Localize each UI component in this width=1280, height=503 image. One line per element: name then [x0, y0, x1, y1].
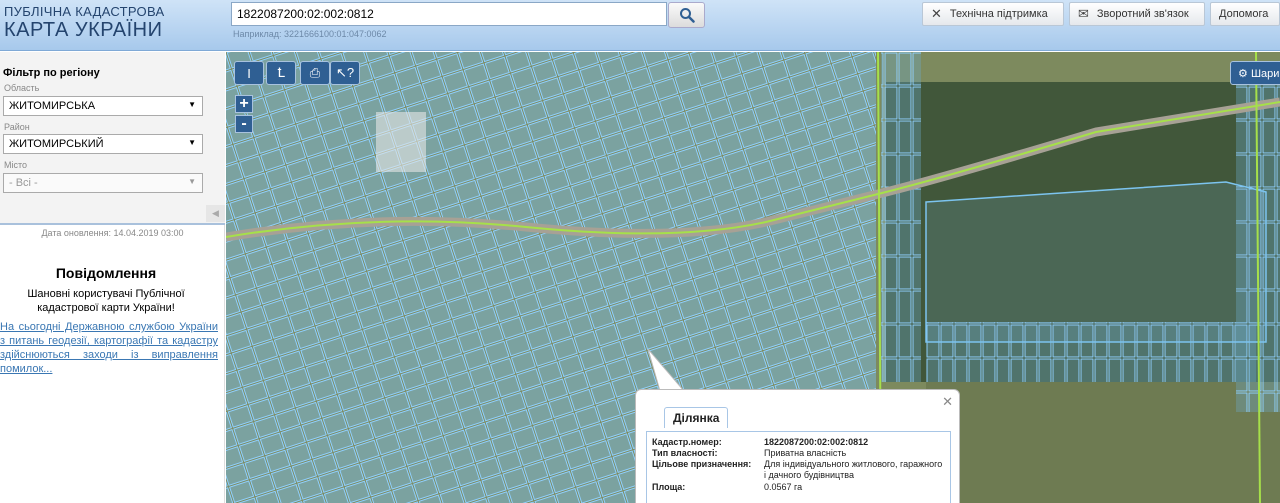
- layers-label: Шари: [1250, 68, 1280, 80]
- header: ПУБЛІЧНА КАДАСТРОВА КАРТА УКРАЇНИ Наприк…: [0, 0, 1280, 51]
- raion-value: ЖИТОМИРСЬКИЙ: [9, 138, 104, 150]
- dropdown-arrow-icon: ▼: [188, 100, 196, 109]
- site-logo[interactable]: ПУБЛІЧНА КАДАСТРОВА КАРТА УКРАЇНИ: [4, 5, 164, 40]
- tab-parcel[interactable]: Ділянка: [664, 407, 729, 428]
- search-icon: [679, 8, 695, 23]
- help-label: Допомога: [1219, 8, 1269, 20]
- gear-icon: ⚙: [1238, 68, 1248, 80]
- feedback-label: Зворотний зв'язок: [1096, 8, 1189, 20]
- print-button[interactable]: ⎙: [300, 61, 330, 85]
- close-icon[interactable]: ✕: [942, 394, 953, 410]
- misto-label: Місто: [4, 160, 28, 170]
- sidebar: Фільтр по регіону Область ЖИТОМИРСЬКА ▼ …: [0, 52, 225, 503]
- ruler-button[interactable]: I: [234, 61, 264, 85]
- raion-label: Район: [4, 122, 30, 132]
- misto-select[interactable]: - Всі - ▼: [3, 173, 203, 193]
- parcel-info-popup: ✕ Ділянка Кадастр.номер: 1822087200:02:0…: [635, 389, 960, 503]
- dropdown-arrow-icon: ▼: [188, 138, 196, 147]
- logo-line2: КАРТА УКРАЇНИ: [4, 19, 163, 41]
- search-button[interactable]: [668, 2, 705, 28]
- ruler-icon: I: [247, 65, 251, 81]
- row-value: Для індивідуального житлового, гаражного…: [764, 459, 943, 480]
- identify-button[interactable]: ↖?: [330, 61, 360, 85]
- row-label: Тип власності:: [652, 448, 718, 458]
- message-text: Шановні користувачі Публічної кадастрово…: [27, 288, 185, 314]
- misto-value: - Всі -: [9, 177, 38, 189]
- layers-button[interactable]: ⚙ Шари: [1230, 61, 1280, 85]
- raion-select[interactable]: ЖИТОМИРСЬКИЙ ▼: [3, 134, 203, 154]
- envelope-icon: ✉: [1078, 6, 1089, 21]
- tech-support-label: Технічна підтримка: [949, 8, 1048, 20]
- row-value: 0.0567 га: [764, 482, 803, 492]
- printer-icon: ⎙: [309, 65, 321, 80]
- cadastral-search-input[interactable]: [231, 2, 667, 26]
- area-measure-button[interactable]: Ꝉ: [266, 61, 296, 85]
- feedback-button[interactable]: ✉ Зворотний зв'язок: [1069, 2, 1205, 26]
- search-hint: Наприклад: 3221666100:01:047:0062: [233, 29, 387, 39]
- update-date: Дата оновлення: 14.04.2019 03:00: [41, 228, 184, 238]
- message-title: Повідомлення: [55, 265, 157, 281]
- collapse-sidebar-button[interactable]: ◀: [206, 205, 225, 222]
- oblast-label: Область: [4, 83, 40, 93]
- filter-title: Фільтр по регіону: [3, 67, 100, 79]
- oblast-value: ЖИТОМИРСЬКА: [9, 100, 96, 112]
- popup-pointer: [647, 349, 686, 392]
- message-link[interactable]: На сьогодні Державною службою України з …: [0, 320, 218, 376]
- row-value: 1822087200:02:002:0812: [764, 437, 869, 447]
- region-filter: Фільтр по регіону Область ЖИТОМИРСЬКА ▼ …: [0, 52, 225, 225]
- area-measure-icon: Ꝉ: [277, 65, 285, 80]
- tools-icon: ✕: [931, 6, 942, 21]
- logo-line1: ПУБЛІЧНА КАДАСТРОВА: [4, 4, 165, 19]
- pointer-help-icon: ↖?: [335, 65, 355, 80]
- map-view[interactable]: I Ꝉ ⎙ ↖? + - ⚙ Шари ✕ Ділянка Кадастр.но…: [226, 52, 1280, 503]
- tech-support-button[interactable]: ✕ Технічна підтримка: [922, 2, 1064, 26]
- oblast-select[interactable]: ЖИТОМИРСЬКА ▼: [3, 96, 203, 116]
- dropdown-arrow-icon: ▼: [188, 177, 196, 186]
- row-value: Приватна власність: [764, 448, 847, 458]
- help-button[interactable]: Допомога: [1210, 2, 1280, 26]
- zoom-out-button[interactable]: -: [235, 115, 253, 133]
- popup-body: Кадастр.номер: 1822087200:02:002:0812 Ти…: [646, 431, 951, 503]
- zoom-in-button[interactable]: +: [235, 95, 253, 113]
- row-label: Кадастр.номер:: [652, 437, 722, 447]
- row-label: Цільове призначення:: [652, 459, 752, 469]
- row-label: Площа:: [652, 482, 686, 492]
